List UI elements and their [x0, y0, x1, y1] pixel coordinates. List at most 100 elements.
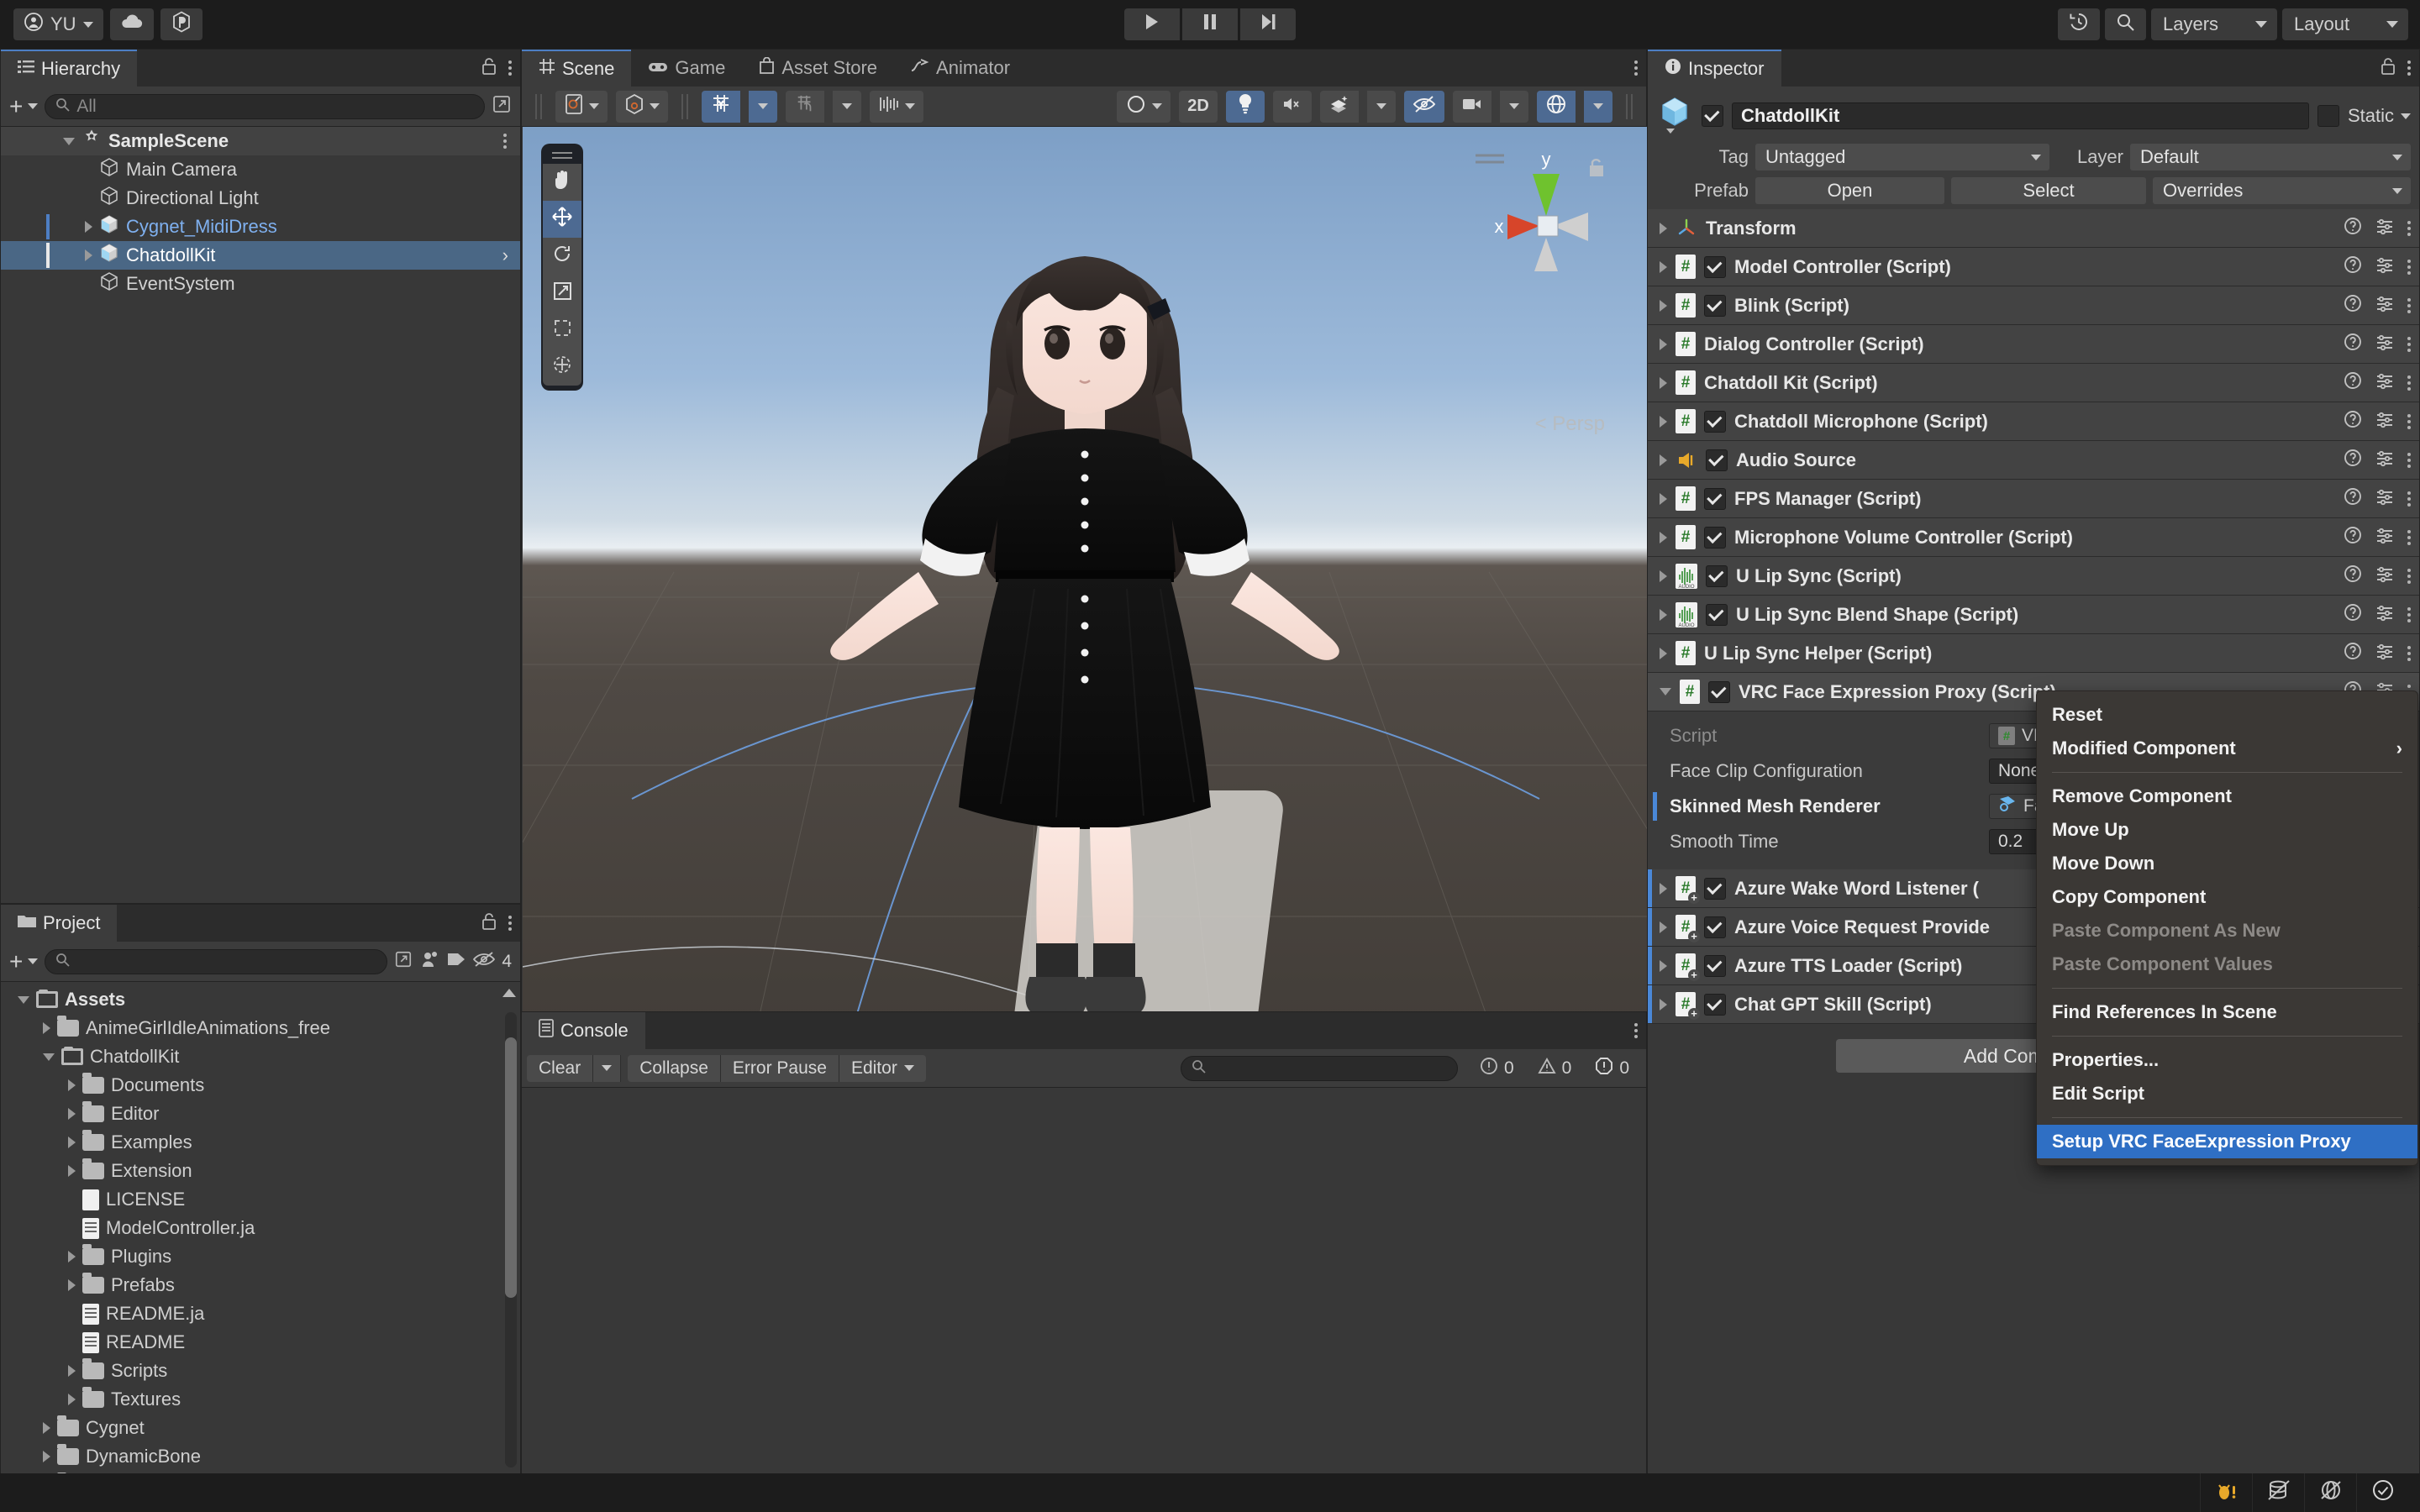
debug-status[interactable] [2200, 1473, 2252, 1512]
component-header-model-controller-script-[interactable]: # Model Controller (Script) [1648, 248, 2419, 286]
create-asset-button[interactable]: + [9, 949, 39, 974]
component-header-audio-source[interactable]: Audio Source [1648, 441, 2419, 480]
hierarchy-item-eventsystem[interactable]: EventSystem [1, 270, 520, 298]
expand-arrow-icon[interactable] [1660, 998, 1667, 1011]
menu-item-properties-[interactable]: Properties... [2037, 1043, 2417, 1077]
kebab-icon[interactable] [2407, 452, 2411, 468]
expand-search-icon[interactable] [492, 94, 512, 119]
help-icon[interactable] [2344, 371, 2362, 395]
project-item-readme-ja[interactable]: README.ja [1, 1299, 520, 1328]
lock-icon[interactable] [2381, 57, 2396, 80]
preset-icon[interactable] [2375, 487, 2394, 511]
warning-count-badge[interactable]: 0 [1525, 1054, 1584, 1082]
project-item-license[interactable]: LICENSE [1, 1185, 520, 1214]
scroll-up-arrow[interactable] [502, 989, 516, 997]
help-icon[interactable] [2344, 526, 2362, 549]
kebab-icon[interactable] [508, 60, 512, 76]
cache-server-status[interactable] [2252, 1473, 2304, 1512]
menu-item-setup-vrc-faceexpression-proxy[interactable]: Setup VRC FaceExpression Proxy [2037, 1125, 2417, 1158]
snap-toggle[interactable] [786, 90, 824, 123]
component-header-u-lip-sync-blend-shape-script-[interactable]: AUDIO U Lip Sync Blend Shape (Script) [1648, 596, 2419, 634]
project-item-modelcontroller-ja[interactable]: ModelController.ja [1, 1214, 520, 1242]
component-enabled-checkbox[interactable] [1704, 294, 1726, 317]
kebab-icon[interactable] [2407, 645, 2411, 661]
menu-item-move-up[interactable]: Move Up [2037, 813, 2417, 847]
expand-arrow-icon[interactable] [43, 1022, 50, 1034]
component-header-u-lip-sync-script-[interactable]: AUDIO U Lip Sync (Script) [1648, 557, 2419, 596]
tab-hierarchy[interactable]: Hierarchy [1, 50, 138, 87]
hidden-eye-icon[interactable] [473, 951, 496, 973]
tab-asset-store[interactable]: Asset Store [742, 50, 894, 87]
component-enabled-checkbox[interactable] [1706, 449, 1728, 471]
gameobject-enabled-checkbox[interactable] [1702, 105, 1723, 127]
error-count-badge[interactable]: 0 [1583, 1054, 1641, 1082]
play-button[interactable] [1124, 8, 1180, 40]
hierarchy-tree[interactable]: SampleScene Main Camera Directional Light C… [1, 127, 520, 903]
menu-item-copy-component[interactable]: Copy Component [2037, 880, 2417, 914]
component-header-chatdoll-kit-script-[interactable]: # Chatdoll Kit (Script) [1648, 364, 2419, 402]
component-enabled-checkbox[interactable] [1704, 487, 1726, 510]
expand-arrow-icon[interactable] [1660, 376, 1667, 389]
error-pause-toggle[interactable]: Error Pause [720, 1054, 839, 1082]
collapse-arrow-icon[interactable] [18, 995, 29, 1004]
expand-arrow-icon[interactable] [85, 221, 92, 233]
transform-tool[interactable] [543, 349, 581, 386]
expand-arrow-icon[interactable] [1660, 299, 1667, 312]
project-item-examples[interactable]: Examples [1, 1128, 520, 1157]
project-item-plugins[interactable]: Plugins [1, 1242, 520, 1271]
component-header-dialog-controller-script-[interactable]: # Dialog Controller (Script) [1648, 325, 2419, 364]
collapse-arrow-icon[interactable] [1660, 688, 1671, 696]
kebab-icon[interactable] [2407, 413, 2411, 429]
preset-icon[interactable] [2375, 255, 2394, 279]
project-item-cygnet[interactable]: Cygnet [1, 1414, 520, 1442]
static-dropdown[interactable]: Static [2348, 105, 2411, 127]
preset-icon[interactable] [2375, 603, 2394, 627]
preset-icon[interactable] [2375, 449, 2394, 472]
tab-game[interactable]: Game [631, 50, 742, 87]
kebab-icon[interactable] [2407, 606, 2411, 622]
project-item-animegirlidleanimations-free[interactable]: AnimeGirlIdleAnimations_free [1, 1014, 520, 1042]
kebab-icon[interactable] [2407, 297, 2411, 313]
gizmos-dropdown[interactable] [1584, 90, 1612, 123]
tab-scene[interactable]: Scene [522, 50, 632, 87]
prefab-open-button[interactable]: Open [1755, 177, 1944, 204]
kebab-icon[interactable] [1634, 60, 1638, 76]
2d-toggle[interactable]: 2D [1179, 90, 1218, 123]
tools-drag-handle[interactable] [552, 152, 572, 159]
expand-arrow-icon[interactable] [1660, 921, 1667, 933]
project-item-dynamicbone[interactable]: DynamicBone [1, 1442, 520, 1471]
scale-tool[interactable] [543, 275, 581, 312]
expand-arrow-icon[interactable] [68, 1079, 76, 1091]
kebab-icon[interactable] [2407, 60, 2411, 76]
project-item-documents[interactable]: Documents [1, 1071, 520, 1100]
account-button[interactable]: YU [13, 8, 103, 40]
project-item-extension[interactable]: Extension [1, 1157, 520, 1185]
hierarchy-item-chatdollkit[interactable]: ChatdollKit › [1, 241, 520, 270]
help-icon[interactable] [2344, 333, 2362, 356]
preset-icon[interactable] [2375, 333, 2394, 356]
expand-arrow-icon[interactable] [68, 1365, 76, 1377]
help-icon[interactable] [2344, 487, 2362, 511]
component-enabled-checkbox[interactable] [1704, 916, 1726, 938]
hierarchy-item-main-camera[interactable]: Main Camera [1, 155, 520, 184]
character-model[interactable] [791, 219, 1379, 1022]
expand-arrow-icon[interactable] [68, 1251, 76, 1263]
help-icon[interactable] [2344, 603, 2362, 627]
expand-arrow-icon[interactable] [1660, 415, 1667, 428]
expand-arrow-icon[interactable] [1660, 492, 1667, 505]
component-enabled-checkbox[interactable] [1708, 680, 1730, 703]
expand-arrow-icon[interactable] [1660, 608, 1667, 621]
console-search-input[interactable] [1181, 1055, 1458, 1081]
static-checkbox[interactable] [2317, 105, 2339, 127]
project-item-assets[interactable]: Assets [1, 985, 520, 1014]
help-icon[interactable] [2344, 255, 2362, 279]
console-log-list[interactable] [522, 1088, 1646, 1489]
lock-icon[interactable] [481, 912, 497, 935]
component-context-menu[interactable]: Reset Modified Component › Remove Component… [2036, 690, 2418, 1166]
tab-console[interactable]: Console [522, 1012, 645, 1049]
layer-dropdown[interactable]: Default [2130, 144, 2411, 171]
expand-arrow-icon[interactable] [1660, 647, 1667, 659]
grid-size-dropdown[interactable] [870, 90, 923, 123]
project-search-input[interactable] [45, 948, 388, 974]
expand-arrow-icon[interactable] [68, 1137, 76, 1148]
